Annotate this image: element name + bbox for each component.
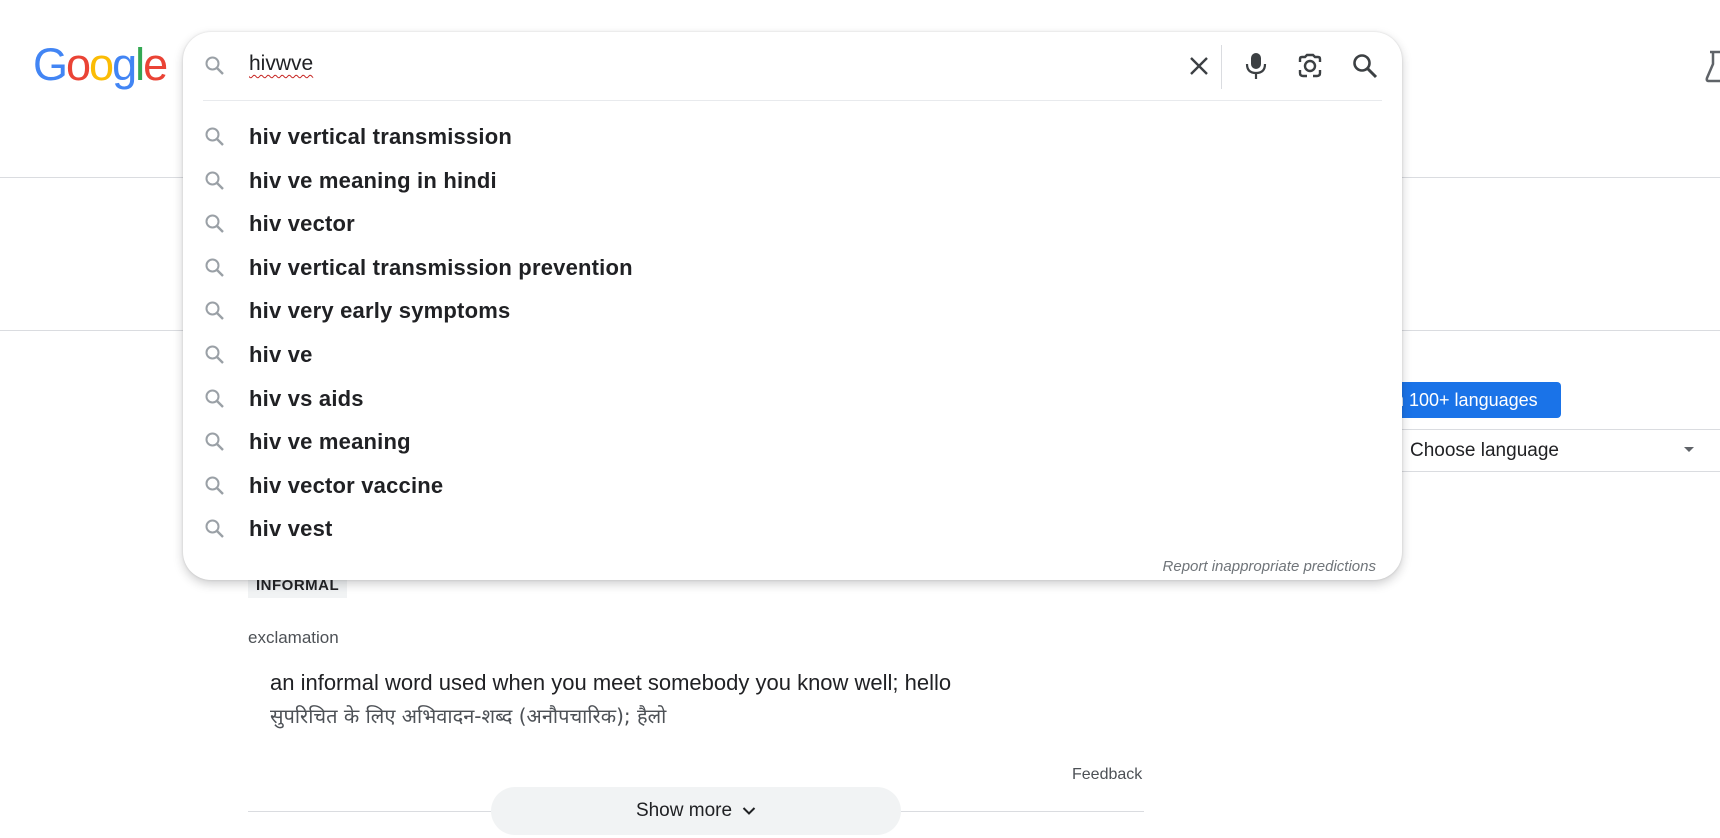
suggestion-item[interactable]: hiv vector vaccine — [183, 464, 1402, 508]
search-icon — [203, 517, 227, 541]
suggestion-text: hiv ve meaning — [249, 429, 411, 455]
search-icon — [203, 387, 227, 411]
definition-translation: सुपरिचित के लिए अभिवादन-शब्द (अनौपचारिक)… — [270, 704, 667, 728]
dropdown-caret-icon — [1684, 447, 1694, 452]
logo-letter: g — [112, 39, 137, 90]
suggestion-text: hiv vertical transmission prevention — [249, 254, 633, 280]
search-icon — [203, 256, 227, 280]
logo-letter: e — [143, 39, 168, 90]
logo-letter: o — [66, 39, 91, 90]
clear-search-button[interactable] — [1184, 51, 1214, 81]
search-icon — [203, 169, 227, 193]
suggestion-item[interactable]: hiv ve meaning in hindi — [183, 159, 1402, 203]
search-dropdown-separator — [203, 100, 1382, 101]
search-bar: hivwve — [183, 32, 1402, 100]
chevron-down-icon — [742, 806, 756, 816]
suggestion-item[interactable]: hiv ve meaning — [183, 420, 1402, 464]
suggestion-text: hiv vs aids — [249, 385, 364, 411]
search-icon — [203, 212, 227, 236]
suggestion-text: hiv vector vaccine — [249, 472, 444, 498]
translate-button-label: n 100+ languages — [1394, 390, 1538, 410]
suggestion-text: hiv very early symptoms — [249, 298, 511, 324]
search-submit-icon[interactable] — [1350, 51, 1380, 81]
suggestion-text: hiv ve — [249, 341, 313, 367]
search-icon — [203, 430, 227, 454]
suggestion-item[interactable]: hiv ve — [183, 333, 1402, 377]
suggestion-text: hiv ve meaning in hindi — [249, 167, 497, 193]
show-more-label: Show more — [635, 800, 733, 821]
part-of-speech: exclamation — [248, 628, 339, 647]
google-lens-icon[interactable] — [1294, 50, 1326, 82]
suggestion-text: hiv vest — [249, 516, 333, 542]
search-icon — [203, 54, 227, 78]
choose-language-label: Choose language — [1410, 439, 1559, 461]
search-autocomplete-popup: hivwve hiv vertical transmission hiv ve … — [183, 32, 1402, 580]
search-icon — [203, 343, 227, 367]
microphone-icon[interactable] — [1241, 50, 1271, 82]
feedback-link[interactable]: Feedback — [1072, 766, 1142, 784]
search-icon — [203, 299, 227, 323]
suggestion-item[interactable]: hiv vertical transmission prevention — [183, 246, 1402, 290]
definition-text: an informal word used when you meet some… — [270, 670, 952, 695]
suggestion-item[interactable]: hiv very early symptoms — [183, 289, 1402, 333]
labs-flask-icon[interactable] — [1705, 50, 1720, 84]
report-predictions-link[interactable]: Report inappropriate predictions — [1163, 558, 1376, 575]
search-icon — [203, 125, 227, 149]
suggestion-item[interactable]: hiv vs aids — [183, 377, 1402, 421]
suggestion-list: hiv vertical transmission hiv ve meaning… — [183, 115, 1402, 551]
search-icon — [203, 474, 227, 498]
google-logo[interactable]: Google — [33, 39, 168, 90]
choose-language-select[interactable]: Choose language — [1380, 429, 1720, 472]
suggestion-item[interactable]: hiv vector — [183, 202, 1402, 246]
logo-letter: l — [135, 39, 145, 90]
suggestion-item[interactable]: hiv vertical transmission — [183, 115, 1402, 159]
search-input[interactable]: hivwve — [249, 52, 313, 76]
logo-letter: G — [33, 39, 68, 90]
suggestion-text: hiv vertical transmission — [249, 124, 512, 149]
suggestion-text: hiv vector — [249, 211, 355, 237]
search-actions-divider — [1221, 45, 1222, 89]
suggestion-item[interactable]: hiv vest — [183, 507, 1402, 551]
show-more-button[interactable]: Show more — [491, 787, 901, 835]
logo-letter: o — [89, 39, 114, 90]
